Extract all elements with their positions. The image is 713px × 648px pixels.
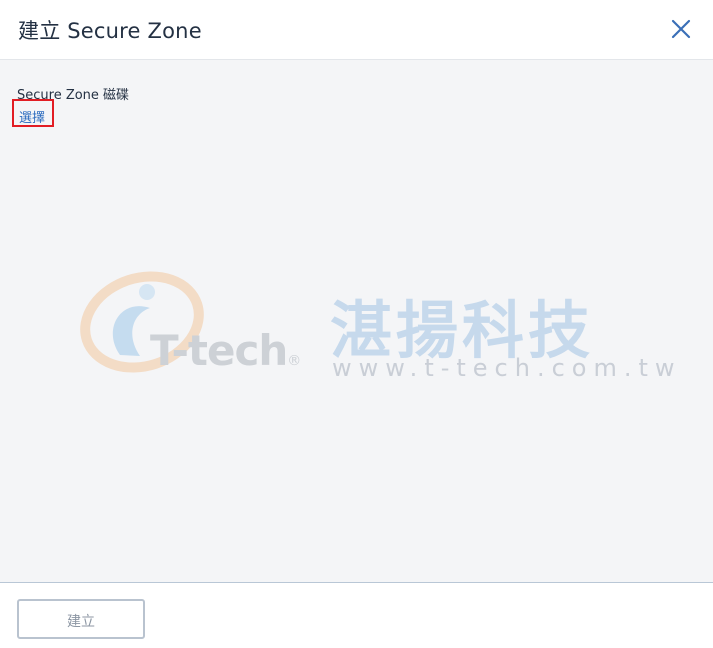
select-disk-link[interactable]: 選擇 xyxy=(12,99,54,127)
dialog-title: 建立 Secure Zone xyxy=(18,19,202,43)
dialog-footer: 建立 xyxy=(0,583,713,648)
create-button[interactable]: 建立 xyxy=(17,599,145,639)
close-icon xyxy=(671,19,691,39)
watermark-url: www.t-tech.com.tw xyxy=(332,354,682,382)
create-secure-zone-dialog: 建立 Secure Zone Secure Zone 磁碟 選擇 T-tech®… xyxy=(0,0,713,648)
create-button-label: 建立 xyxy=(67,614,95,630)
dialog-content: Secure Zone 磁碟 選擇 T-tech® 湛揚科技 www.t-tec… xyxy=(0,60,713,583)
watermark: T-tech® 湛揚科技 www.t-tech.com.tw xyxy=(80,270,675,390)
dialog-header: 建立 Secure Zone xyxy=(0,0,713,60)
close-button[interactable] xyxy=(668,16,694,42)
registered-mark: ® xyxy=(287,353,301,369)
watermark-logo-text: T-tech xyxy=(150,326,288,375)
select-disk-link-label: 選擇 xyxy=(19,111,46,126)
